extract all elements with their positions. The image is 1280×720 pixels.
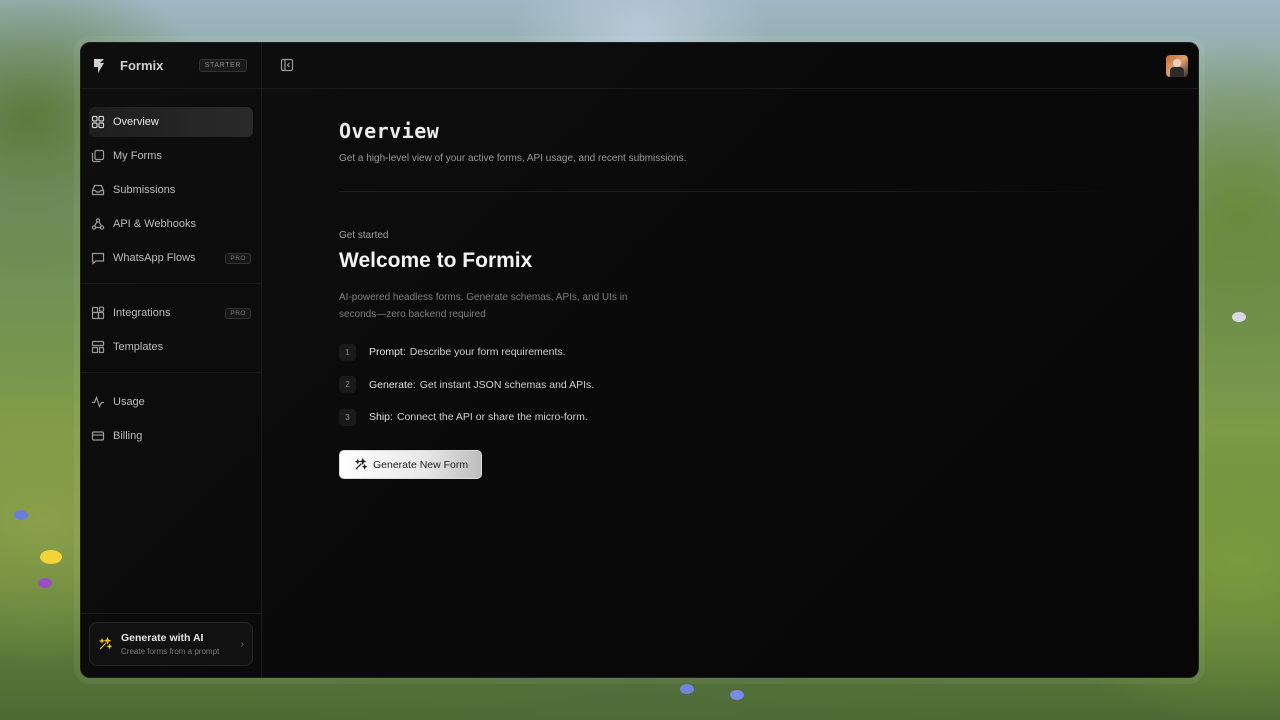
- cta-label: Generate New Form: [373, 458, 469, 471]
- pro-badge: PRO: [225, 307, 251, 319]
- chevron-right-icon: ›: [240, 638, 244, 650]
- background-flower: [680, 684, 694, 694]
- step-description: Describe your form requirements.: [409, 346, 566, 358]
- card-icon: [91, 429, 105, 443]
- sidebar-item-usage[interactable]: Usage: [89, 387, 253, 417]
- sidebar-item-label: Submissions: [113, 184, 176, 196]
- sidebar-item-integrations[interactable]: Integrations PRO: [89, 298, 253, 328]
- step-item: 2 Generate: Get instant JSON schemas and…: [339, 376, 1125, 394]
- formix-logo-icon: [91, 58, 107, 74]
- main-panel: Overview Get a high-level view of your a…: [262, 43, 1198, 677]
- layout-icon: [91, 340, 105, 354]
- step-number: 3: [339, 408, 356, 426]
- background-flower: [40, 550, 62, 564]
- sidebar-item-label: Billing: [113, 430, 143, 442]
- topbar: [262, 43, 1198, 89]
- sidebar-item-templates[interactable]: Templates: [89, 332, 253, 362]
- generate-with-ai-button[interactable]: Generate with AI Create forms from a pro…: [89, 622, 253, 666]
- background-flower: [1232, 312, 1246, 322]
- content-divider: [339, 191, 1125, 192]
- sidebar-nav: Overview My Forms Submissions API & Webh…: [81, 89, 261, 455]
- step-description: Get instant JSON schemas and APIs.: [419, 378, 595, 391]
- sparkles-icon: [98, 637, 112, 651]
- page-title: Overview: [339, 119, 440, 143]
- avatar-body: [1170, 67, 1184, 77]
- welcome-tagline: AI-powered headless forms. Generate sche…: [339, 292, 628, 320]
- plan-badge: STARTER: [198, 59, 247, 72]
- generate-with-ai-subtitle: Create forms from a prompt: [121, 647, 220, 656]
- sidebar-item-my-forms[interactable]: My Forms: [89, 141, 253, 171]
- sidebar-footer: Generate with AI Create forms from a pro…: [81, 613, 261, 677]
- brand: Formix STARTER: [81, 43, 261, 89]
- sidebar-item-submissions[interactable]: Submissions: [89, 175, 253, 205]
- sidebar-item-overview[interactable]: Overview: [89, 107, 253, 137]
- nav-divider: [81, 372, 261, 373]
- blocks-icon: [91, 306, 105, 320]
- background-flower: [14, 510, 28, 520]
- activity-icon: [91, 395, 105, 409]
- inbox-icon: [91, 183, 105, 197]
- sidebar-item-label: WhatsApp Flows: [113, 252, 196, 264]
- sidebar-item-label: Overview: [113, 116, 159, 128]
- avatar[interactable]: [1166, 55, 1188, 77]
- section-kicker: Get started: [339, 230, 389, 241]
- sidebar-item-whatsapp-flows[interactable]: WhatsApp Flows PRO: [89, 243, 253, 273]
- step-key: Generate:: [369, 378, 416, 391]
- nav-divider: [81, 283, 261, 284]
- sidebar-item-api-webhooks[interactable]: API & Webhooks: [89, 209, 253, 239]
- generate-with-ai-texts: Generate with AI Create forms from a pro…: [121, 632, 241, 656]
- step-item: 3 Ship: Connect the API or share the mic…: [339, 408, 1125, 426]
- step-number: 2: [339, 376, 356, 393]
- webhook-icon: [91, 217, 105, 231]
- overview-content: Overview Get a high-level view of your a…: [339, 119, 1125, 479]
- chat-icon: [91, 251, 105, 265]
- sidebar: Formix STARTER Overview My Forms Submiss…: [81, 43, 262, 677]
- sidebar-item-label: Usage: [113, 396, 145, 408]
- step-description: Connect the API or share the micro-form.: [396, 411, 588, 423]
- brand-name: Formix: [120, 58, 164, 73]
- step-key: Ship:: [369, 411, 393, 423]
- sidebar-item-label: My Forms: [113, 150, 162, 162]
- background-flower: [38, 578, 52, 588]
- page-subtitle: Get a high-level view of your active for…: [339, 153, 687, 164]
- step-number: 1: [339, 343, 356, 361]
- welcome-heading: Welcome to Formix: [339, 249, 533, 272]
- sidebar-item-label: Templates: [113, 341, 164, 353]
- generate-new-form-button[interactable]: Generate New Form: [339, 450, 482, 479]
- sidebar-item-label: Integrations: [113, 307, 171, 319]
- grid-icon: [91, 115, 105, 129]
- steps-list: 1 Prompt: Describe your form requirement…: [339, 343, 1125, 426]
- step-item: 1 Prompt: Describe your form requirement…: [339, 343, 1125, 361]
- collapse-sidebar-icon[interactable]: [280, 58, 294, 72]
- sidebar-item-billing[interactable]: Billing: [89, 421, 253, 451]
- copy-icon: [91, 149, 105, 163]
- sidebar-item-label: API & Webhooks: [113, 218, 196, 230]
- sparkles-icon: [354, 458, 367, 471]
- background-flower: [730, 690, 744, 700]
- generate-with-ai-title: Generate with AI: [121, 632, 204, 644]
- avatar-head: [1173, 59, 1181, 67]
- app-window: Formix STARTER Overview My Forms Submiss…: [80, 42, 1199, 678]
- step-key: Prompt:: [369, 346, 406, 358]
- pro-badge: PRO: [225, 252, 251, 264]
